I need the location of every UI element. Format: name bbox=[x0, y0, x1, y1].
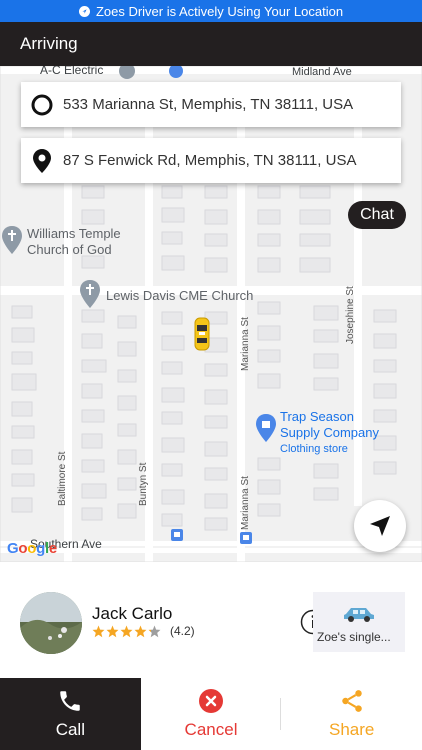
cancel-button[interactable]: Cancel bbox=[140, 678, 282, 750]
call-button[interactable]: Call bbox=[0, 678, 141, 750]
driver-rating: (4.2) bbox=[92, 624, 195, 638]
vehicle-card[interactable]: Zoe's single... bbox=[313, 592, 405, 652]
street-josephine: Josephine St bbox=[345, 286, 356, 344]
phone-icon bbox=[60, 691, 81, 711]
poi-williams-temple: Williams Temple Church of God bbox=[27, 226, 121, 257]
call-label: Call bbox=[55, 720, 85, 739]
street-midland-ave: Midland Ave bbox=[292, 66, 352, 78]
navigation-arrow-icon bbox=[370, 516, 390, 536]
title-bar: Arriving bbox=[0, 22, 422, 66]
page-title: Arriving bbox=[20, 34, 78, 53]
car-icon bbox=[344, 608, 374, 622]
recenter-button[interactable] bbox=[354, 500, 406, 552]
share-button[interactable]: Share bbox=[281, 678, 422, 750]
rating-text: (4.2) bbox=[170, 624, 195, 638]
star-icon bbox=[134, 625, 147, 637]
poi-category: Clothing store bbox=[280, 443, 348, 455]
share-label: Share bbox=[328, 720, 375, 739]
location-banner: Zoes Driver is Actively Using Your Locat… bbox=[0, 0, 422, 22]
star-icon bbox=[92, 625, 105, 637]
location-pin-icon bbox=[31, 148, 53, 173]
cancel-x-icon bbox=[199, 689, 223, 713]
cancel-label: Cancel bbox=[184, 720, 238, 739]
street-marianna: Marianna St bbox=[240, 476, 251, 530]
location-arrow-icon bbox=[78, 5, 90, 17]
street-buntyn: Buntyn St bbox=[138, 462, 149, 506]
vehicle-name: Zoe's single... bbox=[317, 630, 391, 644]
driver-panel: Jack Carlo (4.2) Zoe's single... bbox=[0, 562, 422, 678]
driver-name: Jack Carlo bbox=[92, 604, 173, 623]
driver-avatar bbox=[20, 592, 82, 654]
pickup-address-text: 533 Marianna St, Memphis, TN 38111, USA bbox=[63, 96, 354, 113]
shopping-pin-icon bbox=[256, 414, 276, 442]
taxi-car-icon bbox=[194, 317, 210, 351]
street-baltimore: Baltimore St bbox=[57, 451, 68, 506]
star-icon bbox=[106, 625, 119, 637]
bus-stop-icon bbox=[171, 529, 183, 541]
church-pin-icon bbox=[80, 280, 100, 308]
chat-label: Chat bbox=[360, 206, 394, 223]
poi-trap-season: Trap Season Supply Company bbox=[280, 409, 379, 440]
share-icon bbox=[341, 690, 362, 712]
location-banner-text: Zoes Driver is Actively Using Your Locat… bbox=[95, 3, 344, 19]
star-icon bbox=[120, 625, 133, 637]
poi-lewis-davis: Lewis Davis CME Church bbox=[106, 288, 254, 303]
divider bbox=[280, 698, 281, 730]
rating-stars bbox=[92, 625, 161, 638]
chat-button[interactable]: Chat bbox=[348, 201, 406, 229]
bus-stop-icon bbox=[240, 532, 252, 544]
star-icon bbox=[148, 625, 161, 637]
dropoff-address[interactable]: 87 S Fenwick Rd, Memphis, TN 38111, USA bbox=[21, 138, 401, 183]
church-pin-icon bbox=[2, 226, 22, 254]
action-bar: Call Cancel Share bbox=[0, 678, 422, 750]
pickup-address[interactable]: 533 Marianna St, Memphis, TN 38111, USA bbox=[21, 82, 401, 127]
pickup-circle-icon bbox=[31, 94, 53, 116]
map-view[interactable]: A-C Electric Midland Ave Williams Temple… bbox=[0, 66, 422, 562]
poi-ac-electric: A-C Electric bbox=[40, 66, 104, 77]
dropoff-address-text: 87 S Fenwick Rd, Memphis, TN 38111, USA bbox=[63, 152, 357, 169]
street-marianna: Marianna St bbox=[240, 317, 251, 371]
google-logo: Google bbox=[7, 540, 57, 557]
